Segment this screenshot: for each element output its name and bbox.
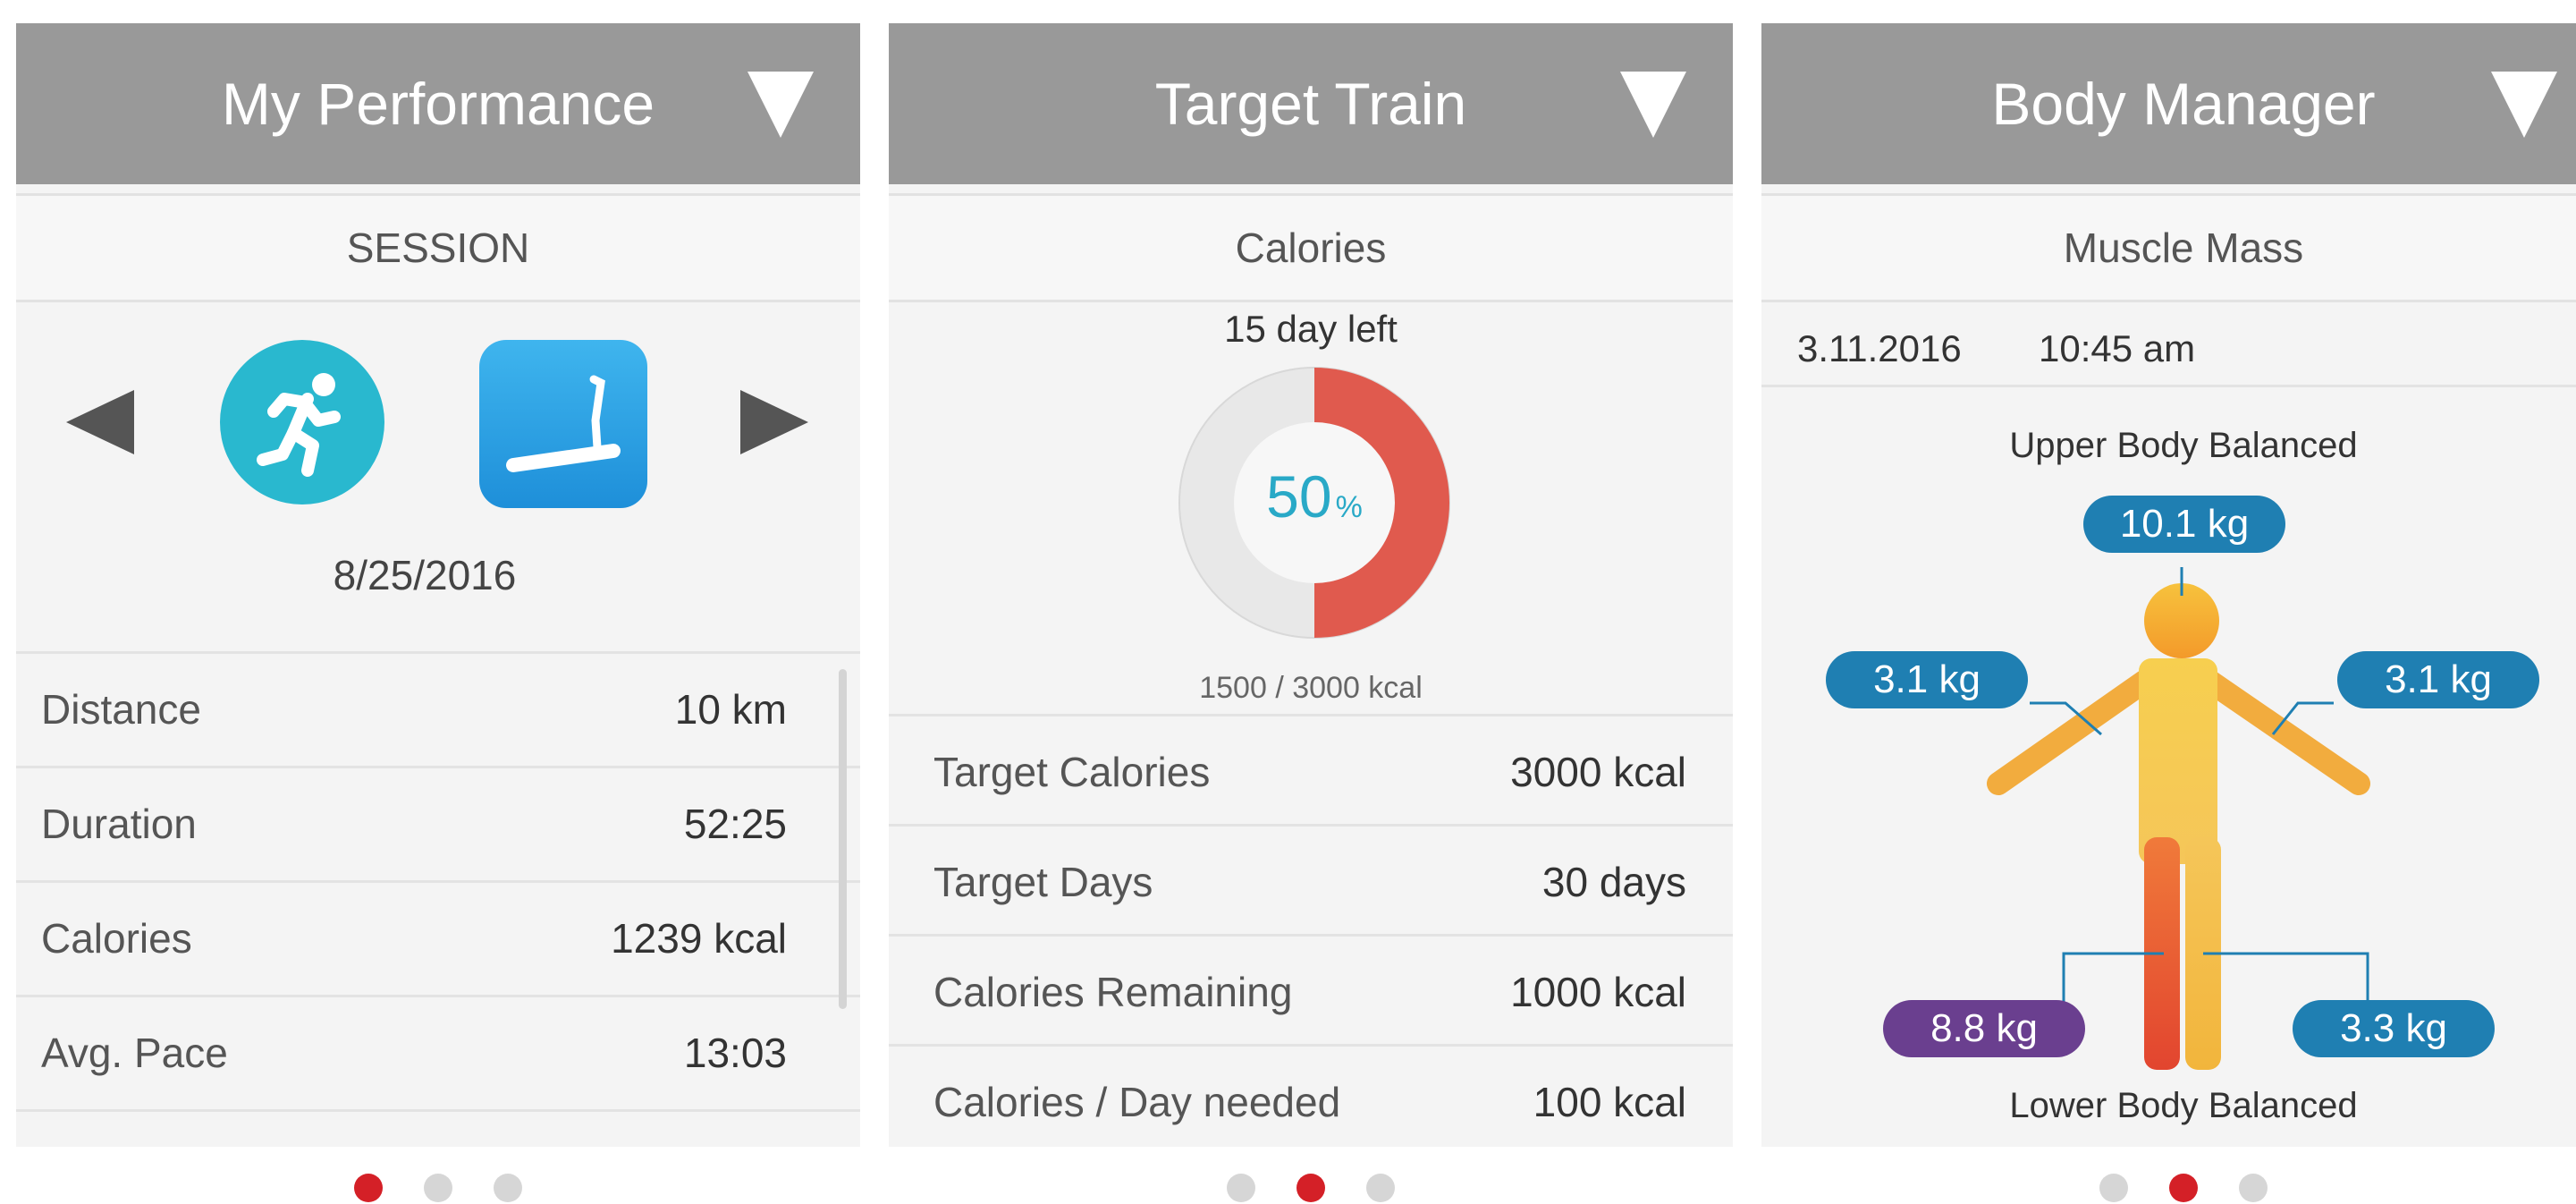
next-arrow-icon[interactable] bbox=[740, 390, 808, 454]
stat-value: 1239 kcal bbox=[611, 915, 787, 962]
previous-arrow-icon[interactable] bbox=[66, 390, 134, 454]
page-dot-active[interactable] bbox=[354, 1174, 383, 1202]
stat-label: Duration bbox=[41, 801, 197, 847]
session-date: 8/25/2016 bbox=[333, 552, 517, 598]
page-dot[interactable] bbox=[494, 1174, 522, 1202]
target-label: Calories / Day needed bbox=[933, 1079, 1341, 1125]
target-value: 100 kcal bbox=[1533, 1079, 1686, 1125]
page-dot[interactable] bbox=[1366, 1174, 1395, 1202]
stat-value: 139 bpm bbox=[627, 1112, 787, 1147]
scrollbar[interactable] bbox=[839, 669, 847, 1009]
treadmill-icon[interactable] bbox=[479, 340, 647, 508]
page-dot-active[interactable] bbox=[1296, 1174, 1325, 1202]
page-dot[interactable] bbox=[424, 1174, 452, 1202]
kcal-ratio-text: 1500 / 3000 kcal bbox=[1199, 671, 1423, 705]
stat-label: Distance bbox=[41, 686, 201, 733]
running-icon[interactable] bbox=[220, 340, 384, 504]
target-label: Target Calories bbox=[933, 749, 1211, 795]
panel-header: My Performance bbox=[16, 23, 860, 184]
torso bbox=[2139, 658, 2217, 864]
target-label: Target Days bbox=[933, 859, 1153, 905]
lower-body-status: Lower Body Balanced bbox=[2009, 1086, 2358, 1125]
treadmill-figure bbox=[506, 375, 621, 472]
stat-label: Avg. Heart Rate bbox=[41, 1112, 333, 1147]
head-mass-badge: 10.1 kg bbox=[2083, 496, 2285, 553]
page-dot[interactable] bbox=[2099, 1174, 2128, 1202]
stat-row: Avg. Heart Rate 139 bpm bbox=[16, 1109, 860, 1147]
stat-row: Avg. Pace 13:03 bbox=[16, 995, 860, 1108]
target-value: 3000 kcal bbox=[1510, 749, 1686, 795]
right-arm-mass-badge: 3.1 kg bbox=[1826, 651, 2028, 708]
target-row: Calories / Day needed 100 kcal bbox=[889, 1044, 1733, 1147]
body-figure bbox=[1987, 567, 2370, 1070]
stat-value: 13:03 bbox=[683, 1030, 787, 1076]
stat-row: Calories 1239 kcal bbox=[16, 880, 860, 994]
body-manager-panel: Body Manager Muscle Mass 3.11.2016 10:45… bbox=[1761, 23, 2576, 1147]
target-label: Calories Remaining bbox=[933, 969, 1293, 1015]
target-train-panel: Target Train Calories 15 day left 50% 15… bbox=[889, 23, 1733, 1147]
progress-donut: 50% bbox=[1178, 367, 1450, 639]
my-performance-panel: My Performance SESSION 8/25/2016 Distanc… bbox=[16, 23, 860, 1147]
panel-title: My Performance bbox=[221, 71, 655, 137]
target-row: Calories Remaining 1000 kcal bbox=[889, 934, 1733, 1044]
stat-label: Calories bbox=[41, 915, 192, 962]
target-row: Target Calories 3000 kcal bbox=[889, 714, 1733, 824]
progress-unit: % bbox=[1336, 490, 1363, 524]
stat-value: 52:25 bbox=[683, 801, 787, 847]
page-dot[interactable] bbox=[2239, 1174, 2268, 1202]
target-row: Target Days 30 days bbox=[889, 824, 1733, 934]
stat-row: Distance 10 km bbox=[16, 651, 860, 765]
left-leg-mass-badge: 3.3 kg bbox=[2293, 1000, 2495, 1057]
left-arm bbox=[2199, 670, 2370, 795]
page-dot-active[interactable] bbox=[2169, 1174, 2198, 1202]
page-dot[interactable] bbox=[1227, 1174, 1255, 1202]
target-value: 30 days bbox=[1541, 859, 1686, 905]
stat-value: 10 km bbox=[674, 686, 787, 733]
section-subtitle: SESSION bbox=[16, 193, 860, 302]
right-leg-mass-badge: 8.8 kg bbox=[1883, 1000, 2085, 1057]
left-arm-mass-badge: 3.1 kg bbox=[2337, 651, 2539, 708]
stat-row: Duration 52:25 bbox=[16, 766, 860, 879]
runner-figure bbox=[257, 373, 341, 477]
stat-label: Avg. Pace bbox=[41, 1030, 228, 1076]
dropdown-arrow-icon[interactable] bbox=[747, 72, 814, 138]
target-value: 1000 kcal bbox=[1510, 969, 1686, 1015]
progress-value: 50 bbox=[1266, 463, 1331, 530]
